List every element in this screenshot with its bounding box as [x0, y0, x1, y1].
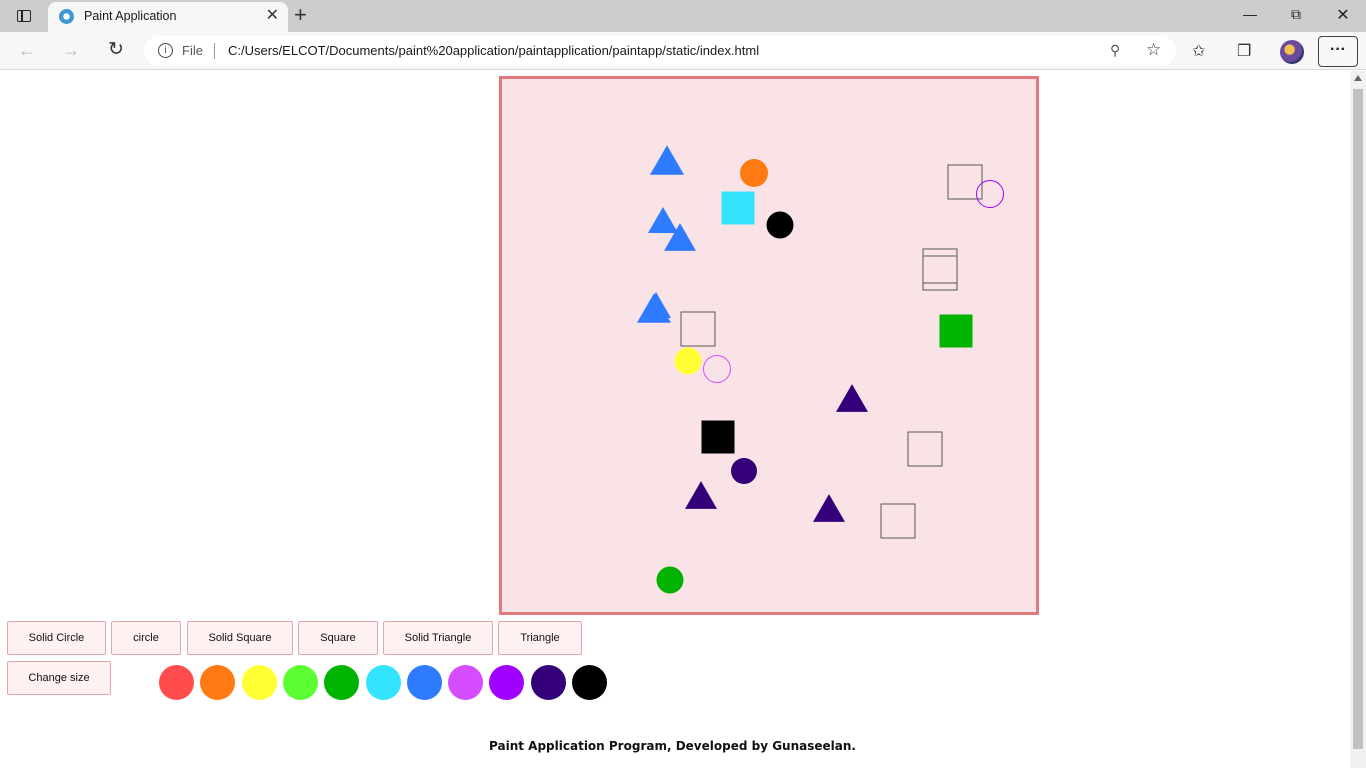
add-favorite-icon[interactable]: ☆ — [1146, 40, 1161, 60]
solid-triangle-shape — [648, 206, 678, 234]
scroll-up-arrow-icon[interactable] — [1354, 75, 1362, 81]
triangle-button[interactable]: Triangle — [498, 621, 582, 655]
page-viewport: Solid Circle circle Solid Square Square … — [0, 71, 1366, 768]
more-options-button[interactable]: ··· — [1318, 36, 1358, 67]
browser-tab[interactable]: Paint Application ✕ — [48, 2, 288, 32]
circle-button[interactable]: circle — [111, 621, 181, 655]
solid-triangle-shape — [641, 291, 671, 319]
tab-favicon-icon — [59, 9, 74, 24]
url-divider — [214, 43, 215, 59]
solid-circle-button[interactable]: Solid Circle — [7, 621, 106, 655]
color-swatch[interactable] — [282, 665, 318, 700]
outline-square-shape — [922, 248, 958, 284]
tab-title: Paint Application — [84, 9, 177, 23]
color-swatch[interactable] — [572, 665, 607, 700]
drawing-canvas[interactable] — [499, 76, 1039, 615]
new-tab-icon[interactable]: + — [294, 4, 307, 26]
color-swatch[interactable] — [200, 665, 236, 700]
color-swatch[interactable] — [241, 665, 277, 700]
solid-square-shape — [701, 420, 735, 454]
solid-triangle-button[interactable]: Solid Triangle — [383, 621, 493, 655]
color-swatch[interactable] — [365, 665, 401, 700]
color-swatch[interactable] — [324, 665, 360, 700]
outline-square-shape — [880, 503, 916, 539]
tab-close-icon[interactable]: ✕ — [266, 8, 279, 24]
reload-icon[interactable]: ↻ — [105, 38, 127, 61]
profile-avatar[interactable] — [1280, 40, 1304, 64]
solid-square-shape — [939, 314, 973, 348]
solid-circle-shape — [740, 159, 768, 187]
back-arrow-icon[interactable]: ← — [16, 40, 38, 61]
vertical-scrollbar[interactable] — [1350, 71, 1366, 768]
favorites-icon[interactable]: ✩ — [1192, 41, 1205, 61]
solid-square-button[interactable]: Solid Square — [187, 621, 293, 655]
footer-text: Paint Application Program, Developed by … — [489, 739, 856, 753]
zoom-out-icon[interactable]: ⚲ — [1110, 42, 1120, 59]
color-swatch[interactable] — [448, 665, 484, 700]
info-icon[interactable]: i — [158, 43, 173, 58]
canvas-shapes — [637, 145, 1004, 594]
color-swatch[interactable] — [530, 665, 566, 700]
address-bar-row: ← → ↻ i File C:/Users/ELCOT/Documents/pa… — [0, 32, 1366, 70]
file-scheme-label: File — [182, 43, 203, 58]
browser-tab-bar: Paint Application ✕ + — ⧉ ✕ — [0, 0, 1366, 32]
minimize-icon[interactable]: — — [1240, 6, 1260, 22]
restore-icon[interactable]: ⧉ — [1286, 6, 1306, 23]
forward-arrow-icon[interactable]: → — [60, 40, 82, 61]
page-footer: Paint Application Program, Developed by … — [0, 739, 1350, 753]
outline-circle-shape — [703, 355, 731, 383]
color-swatch[interactable] — [159, 665, 194, 700]
window-close-icon[interactable]: ✕ — [1333, 5, 1353, 25]
change-size-button[interactable]: Change size — [7, 661, 111, 695]
square-button[interactable]: Square — [298, 621, 378, 655]
solid-triangle-shape — [685, 481, 717, 509]
outline-square-shape — [680, 311, 716, 347]
solid-circle-shape — [656, 566, 684, 594]
solid-triangle-shape — [813, 494, 845, 522]
solid-circle-shape — [766, 211, 794, 239]
color-swatch[interactable] — [489, 665, 525, 700]
solid-circle-shape — [674, 347, 702, 375]
scrollbar-thumb[interactable] — [1353, 89, 1363, 749]
tab-actions-icon[interactable] — [12, 7, 36, 25]
outline-square-shape — [922, 255, 958, 291]
outline-square-shape — [907, 431, 943, 467]
color-swatch[interactable] — [406, 665, 442, 700]
solid-triangle-shape — [650, 145, 684, 175]
url-text[interactable]: C:/Users/ELCOT/Documents/paint%20applica… — [228, 43, 759, 58]
solid-triangle-shape — [836, 384, 868, 412]
url-field[interactable]: i File C:/Users/ELCOT/Documents/paint%20… — [144, 36, 1176, 66]
solid-square-shape — [721, 191, 755, 225]
outline-circle-shape — [976, 180, 1004, 208]
collections-icon[interactable]: ❐ — [1237, 41, 1251, 61]
solid-circle-shape — [731, 458, 757, 484]
